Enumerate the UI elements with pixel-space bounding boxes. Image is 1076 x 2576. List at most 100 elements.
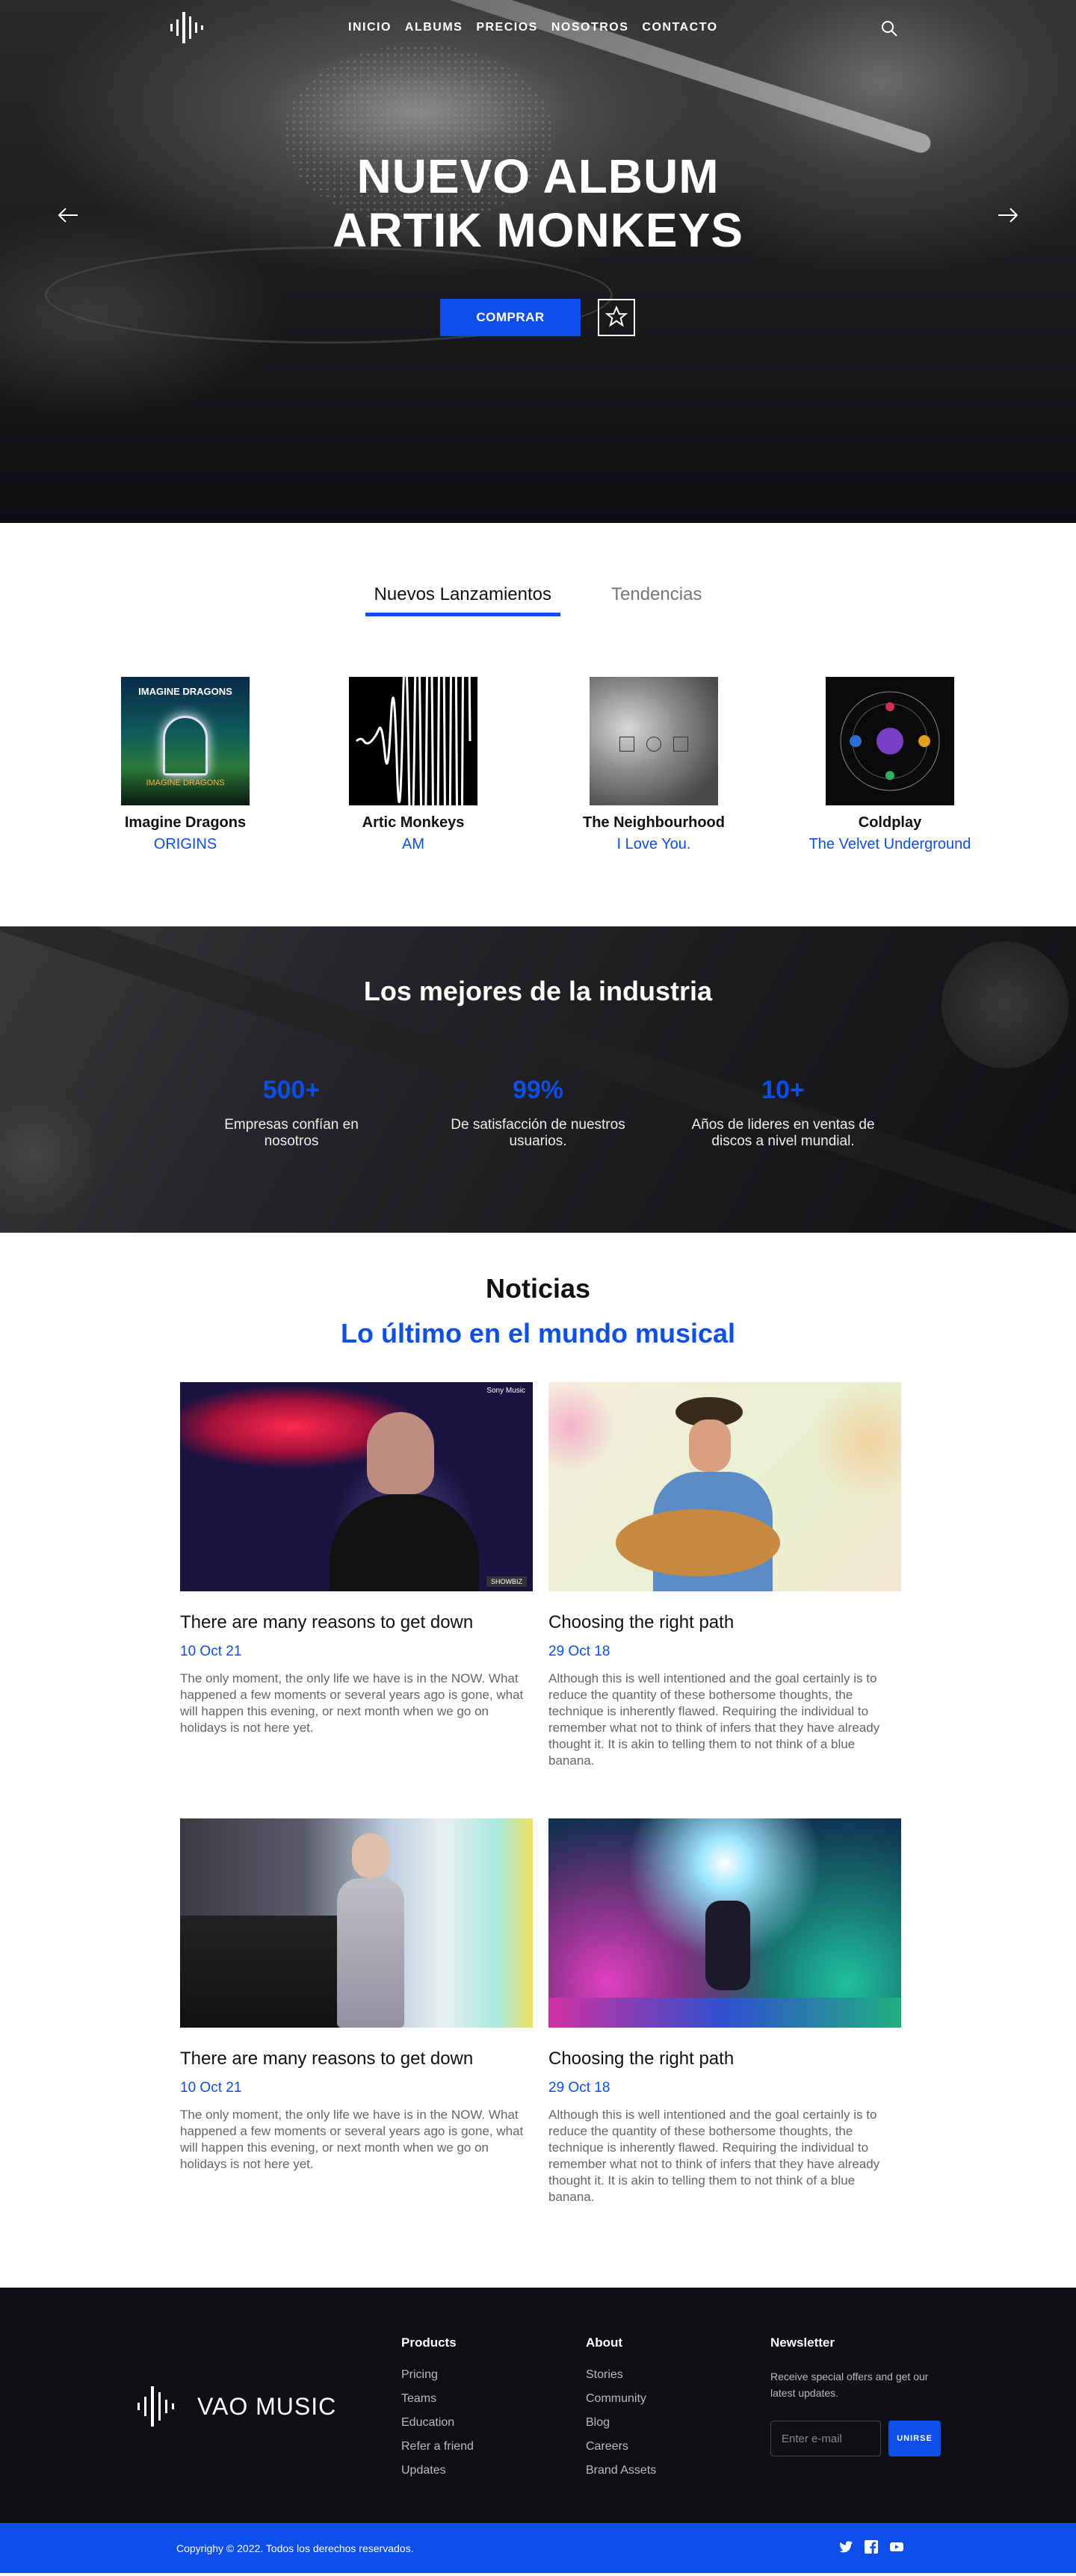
news-excerpt: Although this is well intentioned and th… — [548, 1671, 880, 1768]
album-artist: Coldplay — [858, 814, 922, 831]
stat-item: 500+ Empresas confían en nosotros — [179, 1076, 404, 1150]
facebook-icon[interactable] — [864, 2539, 879, 2554]
news-card[interactable]: There are many reasons to get down 10 Oc… — [180, 1818, 533, 2173]
footer-link-stories[interactable]: Stories — [586, 2368, 656, 2382]
footer-logo[interactable]: VAO MUSIC — [136, 2383, 336, 2430]
nav-item-albums[interactable]: ALBUMS — [405, 21, 463, 34]
triangle-icon — [619, 737, 634, 752]
hero-title-line2: ARTIK MONKEYS — [333, 203, 743, 257]
news-image[interactable] — [548, 1382, 901, 1591]
stat-value: 500+ — [262, 1076, 321, 1104]
album-cover-origins[interactable]: IMAGINE DRAGONS IMAGINE DRAGONS — [121, 677, 250, 805]
footer-link-blog[interactable]: Blog — [586, 2416, 656, 2430]
footer-link-careers[interactable]: Careers — [586, 2440, 656, 2453]
album-title[interactable]: AM — [324, 836, 503, 853]
footer-link-brand-assets[interactable]: Brand Assets — [586, 2464, 656, 2477]
social-links — [838, 2539, 904, 2554]
news-excerpt: The only moment, the only life we have i… — [180, 2108, 524, 2171]
singer-face — [689, 1419, 731, 1472]
stat-value: 99% — [512, 1076, 564, 1104]
newsletter-heading: Newsletter — [770, 2335, 835, 2350]
newsletter-form: UNIRSE — [770, 2421, 942, 2456]
news-image[interactable] — [548, 1818, 901, 2028]
stat-desc-l1: Empresas confían en — [224, 1117, 359, 1133]
stat-desc-l2: usuarios. — [509, 1133, 567, 1149]
top-nav: INICIO ALBUMS PRECIOS NOSOTROS CONTACTO — [0, 0, 1076, 57]
stat-item: 10+ Años de lideres en ventas de discos … — [671, 1076, 895, 1150]
stat-desc-l2: nosotros — [264, 1133, 319, 1149]
footer: VAO MUSIC Products Pricing Teams Educati… — [0, 2288, 1076, 2523]
nav-item-nosotros[interactable]: NOSOTROS — [551, 21, 629, 34]
footer-link-community[interactable]: Community — [586, 2392, 656, 2406]
news-excerpt: Although this is well intentioned and th… — [548, 2108, 880, 2204]
footer-link-education[interactable]: Education — [401, 2416, 474, 2430]
news-heading: Noticias — [485, 1273, 591, 1304]
star-icon — [605, 305, 628, 327]
footer-link-pricing[interactable]: Pricing — [401, 2368, 474, 2382]
album-cover-am[interactable] — [349, 677, 477, 805]
album-card[interactable]: Coldplay The Velvet Underground — [800, 677, 980, 853]
nav-item-precios[interactable]: PRECIOS — [476, 21, 538, 34]
news-image[interactable]: Sony Music SHOWBIZ — [180, 1382, 533, 1591]
stage-lights — [548, 1998, 901, 2028]
album-cover-i-love-you[interactable] — [590, 677, 718, 805]
footer-link-teams[interactable]: Teams — [401, 2392, 474, 2406]
news-title[interactable]: Choosing the right path — [548, 1612, 901, 1633]
buy-button[interactable]: COMPRAR — [440, 299, 581, 336]
news-date: 10 Oct 21 — [180, 2080, 242, 2096]
footer-about-heading: About — [586, 2335, 623, 2350]
album-title[interactable]: The Velvet Underground — [800, 836, 980, 853]
heart-icon — [646, 737, 661, 752]
artist-head — [352, 1833, 389, 1878]
footer-link-refer[interactable]: Refer a friend — [401, 2440, 474, 2453]
album-card[interactable]: IMAGINE DRAGONS IMAGINE DRAGONS Imagine … — [96, 677, 275, 853]
release-tabs: Nuevos Lanzamientos Tendencias — [0, 584, 1076, 616]
news-title[interactable]: There are many reasons to get down — [180, 1612, 533, 1633]
youtube-icon[interactable] — [889, 2539, 904, 2554]
album-cover-coldplay[interactable] — [826, 677, 954, 805]
footer-link-updates[interactable]: Updates — [401, 2464, 474, 2477]
cover-portal — [163, 716, 208, 775]
email-field[interactable] — [770, 2421, 881, 2456]
news-subheading: Lo último en el mundo musical — [340, 1318, 736, 1349]
stats-heading: Los mejores de la industria — [363, 976, 713, 1006]
album-card[interactable]: The Neighbourhood I Love You. — [564, 677, 743, 853]
new-releases-section: Nuevos Lanzamientos Tendencias IMAGINE D… — [0, 523, 1076, 926]
news-title[interactable]: Choosing the right path — [548, 2049, 901, 2069]
news-card[interactable]: Choosing the right path 29 Oct 18 Althou… — [548, 1818, 901, 2205]
news-title[interactable]: There are many reasons to get down — [180, 2049, 533, 2069]
album-title[interactable]: ORIGINS — [96, 836, 275, 853]
mixer-knob-decor — [0, 1091, 97, 1218]
newsletter-desc: Receive special offers and get our lates… — [770, 2371, 929, 2399]
news-section: Noticias Lo último en el mundo musical S… — [0, 1233, 1076, 2288]
nav-item-inicio[interactable]: INICIO — [348, 21, 392, 34]
album-title[interactable]: I Love You. — [564, 836, 743, 853]
crowd — [180, 1916, 359, 2028]
tab-nuevos-lanzamientos[interactable]: Nuevos Lanzamientos — [365, 584, 561, 616]
tab-tendencias[interactable]: Tendencias — [602, 584, 711, 616]
news-card[interactable]: Choosing the right path 29 Oct 18 Althou… — [548, 1382, 901, 1769]
cover-symbols — [619, 737, 688, 752]
news-excerpt: The only moment, the only life we have i… — [180, 1671, 524, 1735]
nav-menu: INICIO ALBUMS PRECIOS NOSOTROS CONTACTO — [348, 21, 718, 34]
stat-desc-l2: discos a nivel mundial. — [711, 1133, 855, 1149]
favorite-button[interactable] — [598, 299, 635, 336]
twitter-icon[interactable] — [838, 2539, 853, 2554]
logo-icon[interactable] — [167, 9, 214, 46]
search-icon[interactable] — [880, 19, 898, 37]
logo-icon — [137, 2386, 174, 2427]
stat-value: 10+ — [761, 1076, 805, 1104]
news-card[interactable]: Sony Music SHOWBIZ There are many reason… — [180, 1382, 533, 1736]
news-image[interactable] — [180, 1818, 533, 2028]
soundwave-icon — [355, 677, 471, 805]
news-date: 10 Oct 21 — [180, 1644, 242, 1659]
stat-desc-l1: De satisfacción de nuestros — [451, 1117, 625, 1133]
stat-desc-l1: Años de lideres en ventas de — [691, 1117, 875, 1133]
footer-products: Products Pricing Teams Education Refer a… — [401, 2335, 474, 2488]
subscribe-button[interactable]: UNIRSE — [888, 2421, 941, 2456]
album-card[interactable]: Artic Monkeys AM — [324, 677, 503, 853]
copyright-text: Copyrighy © 2022. Todos los derechos res… — [176, 2542, 414, 2554]
album-artist: Artic Monkeys — [362, 814, 465, 831]
nav-item-contacto[interactable]: CONTACTO — [642, 21, 717, 34]
hero-title-line1: NUEVO ALBUM — [356, 149, 720, 203]
